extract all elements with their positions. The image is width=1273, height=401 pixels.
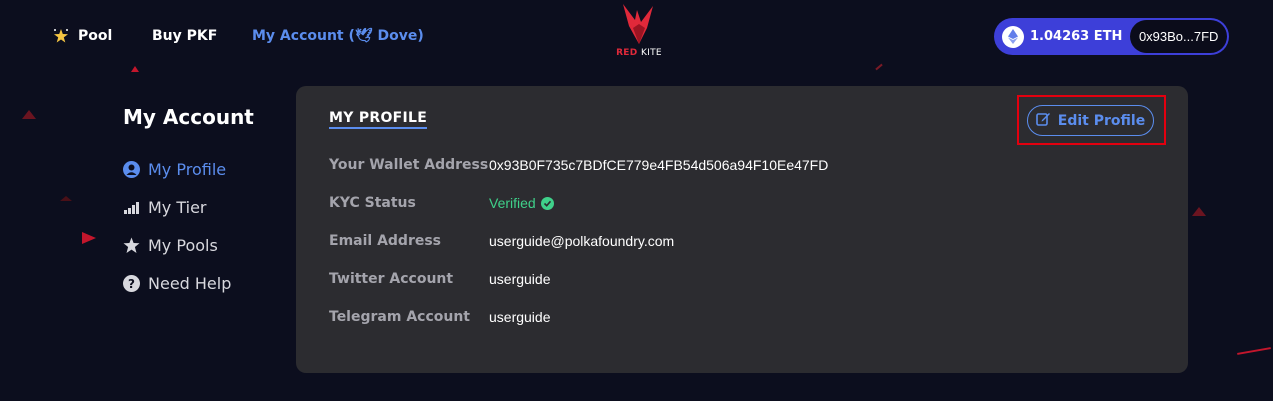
- decor-triangle: [60, 196, 72, 201]
- profile-row-twitter: Twitter Account userguide: [329, 269, 1149, 289]
- sidebar-item-label: My Pools: [148, 236, 218, 255]
- wallet-address-button[interactable]: 0x93Bo...7FD: [1130, 20, 1227, 53]
- sidebar-title: My Account: [123, 105, 254, 129]
- red-kite-logo[interactable]: RED KITE: [613, 2, 665, 62]
- row-label: Telegram Account: [329, 309, 470, 325]
- profile-row-kyc: KYC Status Verified: [329, 193, 1149, 213]
- sidebar-item-label: My Profile: [148, 160, 227, 179]
- row-label: Twitter Account: [329, 271, 454, 287]
- edit-profile-button[interactable]: Edit Profile: [1027, 105, 1154, 136]
- eth-balance: 1.04263 ETH: [1030, 29, 1123, 44]
- telegram-value: userguide: [489, 309, 551, 325]
- nav-my-account[interactable]: My Account (🕊 Dove): [252, 27, 424, 45]
- email-value: userguide@polkafoundry.com: [489, 233, 675, 249]
- svg-text:?: ?: [128, 277, 135, 291]
- profile-title: MY PROFILE: [329, 110, 428, 129]
- signal-bars-icon: [123, 199, 140, 216]
- profile-row-email: Email Address userguide@polkafoundry.com: [329, 231, 1149, 251]
- question-circle-icon: ?: [123, 275, 140, 292]
- sidebar-item-my-profile[interactable]: My Profile: [123, 160, 226, 179]
- kyc-status-text: Verified: [489, 195, 536, 211]
- wallet-address-value: 0x93B0F735c7BDfCE779e4FB54d506a94F10Ee47…: [489, 157, 829, 173]
- sidebar-item-need-help[interactable]: ? Need Help: [123, 274, 231, 293]
- edit-profile-label: Edit Profile: [1057, 112, 1146, 129]
- nav-pool[interactable]: Pool: [52, 27, 112, 45]
- decor-triangle: [82, 232, 96, 244]
- top-nav: Pool Buy PKF My Account (🕊 Dove) RED KIT…: [0, 0, 1273, 70]
- row-label: Your Wallet Address: [329, 157, 489, 173]
- star-icon: [123, 237, 140, 254]
- profile-card: MY PROFILE Edit Profile Your Wallet Addr…: [296, 86, 1188, 373]
- decor-triangle: [22, 110, 36, 119]
- kite-bird-icon: [623, 4, 653, 44]
- wallet-widget[interactable]: 1.04263 ETH 0x93Bo...7FD: [994, 18, 1229, 55]
- twitter-value: userguide: [489, 271, 551, 287]
- sidebar-item-label: My Tier: [148, 198, 207, 217]
- edit-icon: [1035, 111, 1051, 130]
- decor-triangle: [1192, 207, 1206, 216]
- ethereum-icon: [1002, 25, 1024, 48]
- kyc-status-value: Verified: [489, 195, 554, 211]
- logo-wordmark: RED KITE: [616, 48, 662, 58]
- check-circle-icon: [540, 196, 554, 210]
- sidebar-item-my-tier[interactable]: My Tier: [123, 198, 207, 217]
- nav-buy-pkf[interactable]: Buy PKF: [152, 27, 217, 45]
- profile-row-wallet: Your Wallet Address 0x93B0F735c7BDfCE779…: [329, 155, 1149, 175]
- sidebar-item-label: Need Help: [148, 274, 232, 293]
- nav-pool-label: Pool: [78, 28, 113, 44]
- sidebar-item-my-pools[interactable]: My Pools: [123, 236, 218, 255]
- sparkle-star-icon: [52, 27, 70, 45]
- row-label: KYC Status: [329, 195, 416, 211]
- profile-row-telegram: Telegram Account userguide: [329, 307, 1149, 327]
- row-label: Email Address: [329, 233, 442, 249]
- user-circle-icon: [123, 161, 140, 178]
- decor-line: [1237, 347, 1271, 355]
